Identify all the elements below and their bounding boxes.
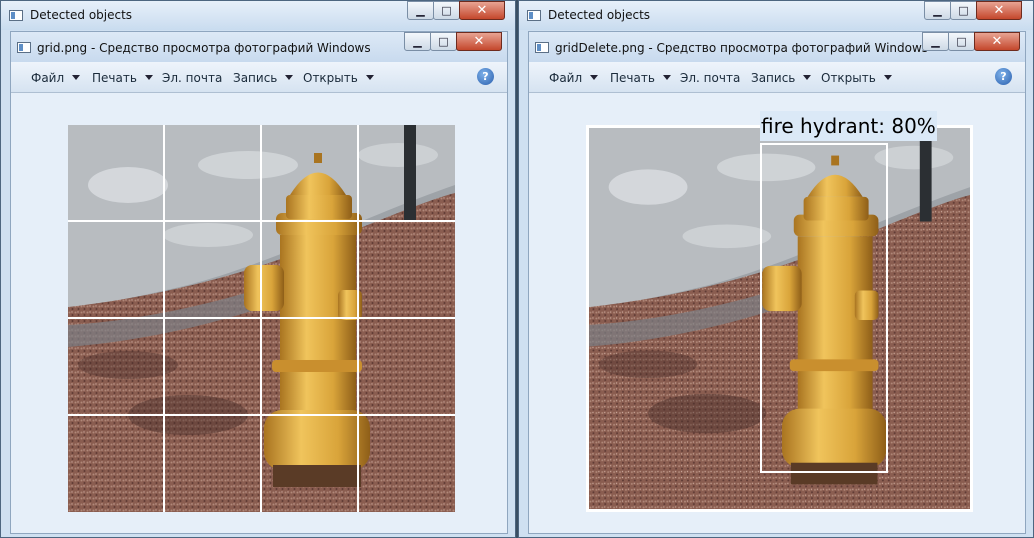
menu-open[interactable]: Открыть xyxy=(821,71,892,85)
viewer-close-button[interactable]: ✕ xyxy=(456,32,502,51)
viewer-close-button[interactable]: ✕ xyxy=(974,32,1020,51)
menu-open-label: Открыть xyxy=(821,71,876,85)
chevron-down-icon xyxy=(590,75,599,80)
caption-buttons: ▁ □ ✕ xyxy=(407,1,505,20)
photo-viewer-icon xyxy=(535,42,549,53)
menu-print-label: Печать xyxy=(92,71,137,85)
menu-open[interactable]: Открыть xyxy=(303,71,374,85)
hydrant-photo-grid xyxy=(68,125,455,512)
caption-buttons: ▁ □ ✕ xyxy=(924,1,1022,20)
chevron-down-icon xyxy=(662,75,671,80)
photo-viewer-window: gridDelete.png - Средство просмотра фото… xyxy=(528,31,1026,534)
viewer-maximize-button[interactable]: □ xyxy=(430,32,457,51)
chevron-down-icon xyxy=(883,75,892,80)
menu-burn[interactable]: Запись xyxy=(233,71,294,85)
minimize-button[interactable]: ▁ xyxy=(924,1,951,20)
viewer-title: grid.png - Средство просмотра фотографий… xyxy=(37,41,371,55)
viewer-minimize-button[interactable]: ▁ xyxy=(404,32,431,51)
grid-line-horizontal xyxy=(68,414,455,416)
menu-file-label: Файл xyxy=(549,71,583,85)
window-title: Detected objects xyxy=(30,8,133,22)
photo-viewer-window: grid.png - Средство просмотра фотографий… xyxy=(10,31,508,534)
close-button[interactable]: ✕ xyxy=(976,1,1022,20)
detection-bounding-box xyxy=(760,143,888,473)
menu-email-label: Эл. почта xyxy=(162,71,223,85)
menu-file[interactable]: Файл xyxy=(549,71,599,85)
menu-print[interactable]: Печать xyxy=(610,71,671,85)
menu-burn[interactable]: Запись xyxy=(751,71,812,85)
menu-email[interactable]: Эл. почта xyxy=(162,71,222,85)
viewer-minimize-button[interactable]: ▁ xyxy=(922,32,949,51)
menu-print-label: Печать xyxy=(610,71,655,85)
grid-line-horizontal xyxy=(68,220,455,222)
hydrant-photo-detected xyxy=(586,125,973,512)
chevron-down-icon xyxy=(72,75,81,80)
help-icon[interactable]: ? xyxy=(995,68,1012,85)
chevron-down-icon xyxy=(285,75,294,80)
detected-objects-window-left: Detected objects ▁ □ ✕ grid.png - Средст… xyxy=(0,0,516,538)
viewer-menubar: Файл Печать Эл. почта Запись Открыть ? xyxy=(529,62,1025,93)
menu-burn-label: Запись xyxy=(233,71,278,85)
viewer-title: gridDelete.png - Средство просмотра фото… xyxy=(555,41,929,55)
detected-objects-window-right: Detected objects ▁ □ ✕ gridDelete.png - … xyxy=(518,0,1034,538)
menu-email-label: Эл. почта xyxy=(680,71,741,85)
menu-burn-label: Запись xyxy=(751,71,796,85)
chevron-down-icon xyxy=(144,75,153,80)
viewer-caption-buttons: ▁ □ ✕ xyxy=(922,32,1020,51)
photo-viewer-icon xyxy=(17,42,31,53)
minimize-button[interactable]: ▁ xyxy=(407,1,434,20)
maximize-button[interactable]: □ xyxy=(950,1,977,20)
image-viewport: fire hydrant: 80% xyxy=(529,93,1025,533)
help-icon[interactable]: ? xyxy=(477,68,494,85)
window-title: Detected objects xyxy=(548,8,651,22)
menu-print[interactable]: Печать xyxy=(92,71,153,85)
app-window-icon xyxy=(527,10,541,21)
image-viewport xyxy=(11,93,507,533)
viewer-maximize-button[interactable]: □ xyxy=(948,32,975,51)
grid-line-horizontal xyxy=(68,317,455,319)
close-button[interactable]: ✕ xyxy=(459,1,505,20)
app-window-icon xyxy=(9,10,23,21)
chevron-down-icon xyxy=(365,75,374,80)
menu-file[interactable]: Файл xyxy=(31,71,81,85)
maximize-button[interactable]: □ xyxy=(433,1,460,20)
chevron-down-icon xyxy=(803,75,812,80)
detection-label: fire hydrant: 80% xyxy=(760,111,937,141)
menu-open-label: Открыть xyxy=(303,71,358,85)
menu-file-label: Файл xyxy=(31,71,65,85)
viewer-menubar: Файл Печать Эл. почта Запись Открыть ? xyxy=(11,62,507,93)
viewer-caption-buttons: ▁ □ ✕ xyxy=(404,32,502,51)
menu-email[interactable]: Эл. почта xyxy=(680,71,740,85)
